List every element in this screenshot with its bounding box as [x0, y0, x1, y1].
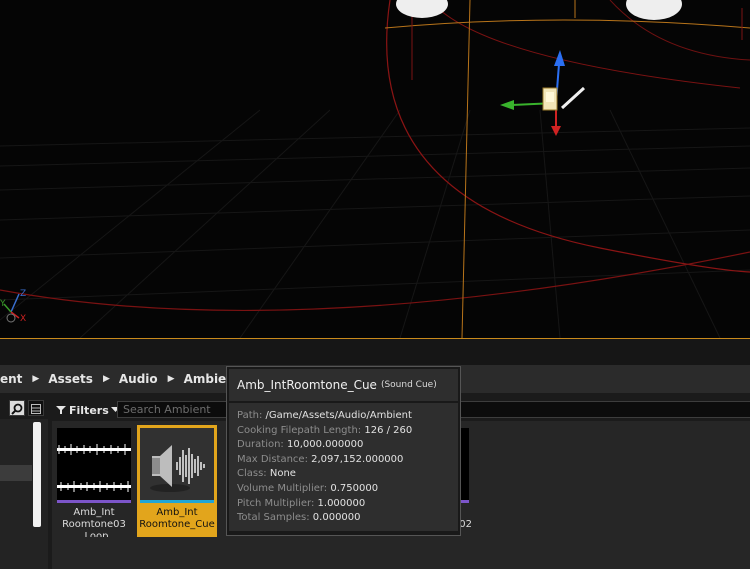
sphere-mesh — [626, 0, 682, 20]
breadcrumb-separator-icon[interactable]: ▶ — [32, 374, 39, 384]
filters-button[interactable]: Filters — [56, 401, 120, 419]
asset-tile-amb-int-roomtone-cue[interactable]: Amb_Int Roomtone_Cue — [137, 425, 217, 537]
tooltip-row-cooking-filepath-length: Cooking Filepath Length: 126 / 260 — [237, 424, 413, 436]
axis-y-label: Y — [0, 299, 6, 309]
folder-tree-selected-row[interactable] — [0, 465, 32, 481]
breadcrumb-separator-icon[interactable]: ▶ — [103, 374, 110, 384]
tooltip-row-pitch-multiplier: Pitch Multiplier: 1.000000 — [237, 497, 366, 509]
funnel-icon — [56, 406, 66, 414]
breadcrumb-item-audio[interactable]: Audio — [119, 372, 158, 386]
sphere-mesh — [396, 0, 448, 18]
tooltip-row-path: Path: /Game/Assets/Audio/Ambient — [237, 410, 412, 421]
breadcrumb-item-assets[interactable]: Assets — [48, 372, 93, 386]
tooltip-asset-type: (Sound Cue) — [380, 380, 437, 390]
tooltip-asset-name: Amb_IntRoomtone_Cue — [237, 378, 377, 392]
asset-tile-amb-int-roomtone03-loop[interactable]: Amb_Int Roomtone03 _Loop — [54, 425, 134, 537]
axis-x-label: X — [20, 314, 26, 324]
viewport-scene: Z X Y — [0, 0, 750, 338]
sources-panel-toggle-icon[interactable] — [28, 400, 44, 416]
asset-type-bar — [57, 500, 131, 503]
tooltip-row-max-distance: Max Distance: 2,097,152.000000 — [237, 453, 404, 465]
sources-panel — [0, 419, 48, 569]
sound-cue-thumbnail — [140, 428, 214, 500]
sources-toolbar — [0, 400, 48, 420]
asset-type-bar — [140, 500, 214, 503]
sources-scrollbar[interactable] — [33, 422, 41, 527]
tooltip-row-duration: Duration: 10,000.000000 — [237, 439, 364, 451]
breadcrumb-item-content[interactable]: ent — [0, 372, 22, 386]
sound-wave-thumbnail — [57, 428, 131, 500]
level-viewport[interactable]: Z X Y — [0, 0, 750, 339]
filters-label: Filters — [69, 403, 109, 417]
transform-gizmo[interactable] — [500, 50, 586, 136]
tooltip-header: Amb_IntRoomtone_Cue (Sound Cue) — [229, 369, 458, 401]
tooltip-row-volume-multiplier: Volume Multiplier: 0.750000 — [237, 482, 379, 494]
asset-label: Amb_Int Roomtone03 _Loop — [62, 507, 126, 537]
panel-tabstrip — [0, 339, 750, 365]
tooltip-properties: Path: /Game/Assets/Audio/Ambient Cooking… — [229, 403, 458, 531]
axis-z-label: Z — [20, 289, 26, 299]
breadcrumb-separator-icon[interactable]: ▶ — [168, 374, 175, 384]
search-icon[interactable] — [9, 400, 25, 416]
asset-tooltip: Amb_IntRoomtone_Cue (Sound Cue) Path: /G… — [226, 366, 461, 536]
asset-label: Amb_Int Roomtone_Cue — [139, 507, 215, 530]
axis-indicator: Z X Y — [0, 289, 26, 324]
tooltip-row-total-samples: Total Samples: 0.000000 — [237, 512, 361, 524]
tooltip-row-class: Class: None — [237, 468, 296, 480]
